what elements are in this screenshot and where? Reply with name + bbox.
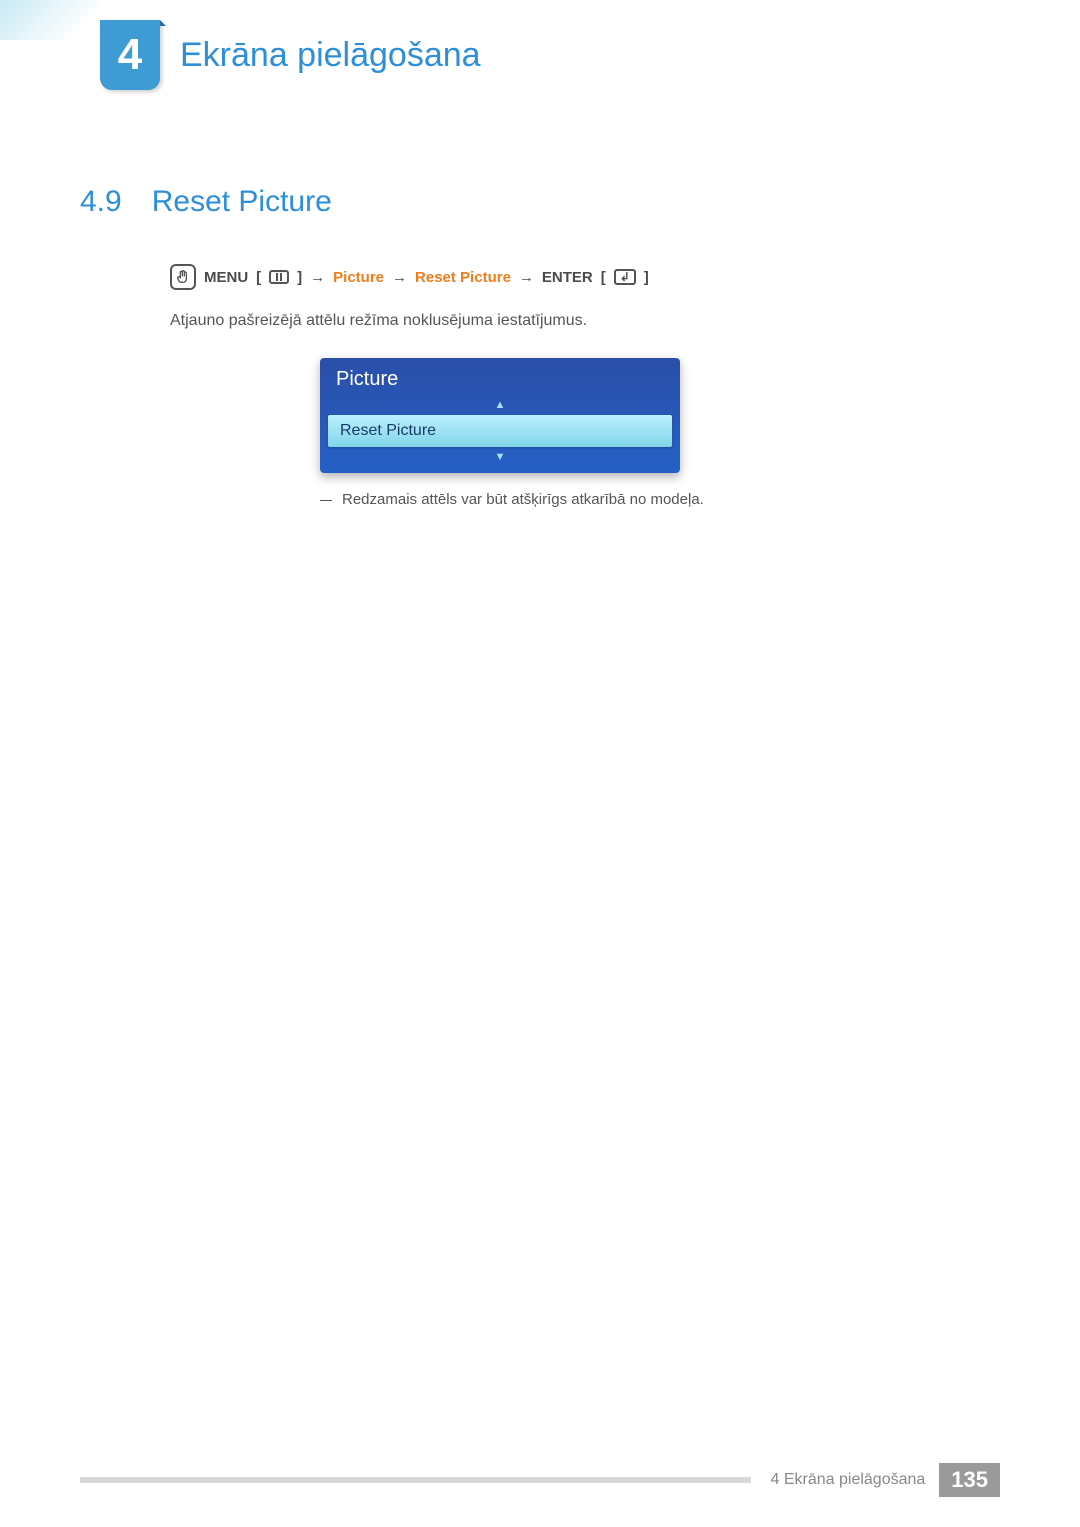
osd-header: Picture (320, 358, 680, 397)
page-number: 135 (939, 1463, 1000, 1497)
bracket-open-1: [ (256, 269, 261, 286)
osd-panel: Picture ▲ Reset Picture ▼ (320, 358, 680, 473)
menu-icon (269, 270, 289, 284)
header-gradient (0, 0, 100, 40)
footer-bar (80, 1477, 751, 1483)
menu-path: MENU [ ] → Picture → Reset Picture → ENT… (170, 264, 1000, 290)
menu-label: MENU (204, 269, 248, 286)
chapter-title: Ekrāna pielāgošana (180, 36, 481, 75)
hand-icon (170, 264, 196, 290)
chapter-number-badge: 4 (100, 20, 160, 90)
note-dash-icon (320, 500, 332, 501)
page-footer: 4 Ekrāna pielāgošana 135 (80, 1463, 1000, 1497)
enter-icon: ↲ (614, 269, 636, 285)
enter-label: ENTER (542, 269, 593, 286)
section-number: 4.9 (80, 185, 122, 219)
footer-chapter-label: 4 Ekrāna pielāgošana (771, 1471, 926, 1489)
section-heading: 4.9 Reset Picture (80, 185, 1000, 219)
bracket-open-2: [ (601, 269, 606, 286)
note-content: Redzamais attēls var būt atšķirīgs atkar… (342, 491, 704, 508)
path-step-picture: Picture (333, 269, 384, 286)
path-step-reset-picture: Reset Picture (415, 269, 511, 286)
section-container: 4.9 Reset Picture MENU [ ] → Picture → R… (80, 185, 1000, 508)
bracket-close-1: ] (297, 269, 302, 286)
arrow-2: → (392, 269, 407, 286)
osd-down-arrow-icon: ▼ (320, 449, 680, 465)
note-text: Redzamais attēls var būt atšķirīgs atkar… (320, 491, 1000, 508)
description-text: Atjauno pašreizējā attēlu režīma noklusē… (170, 312, 1000, 330)
osd-up-arrow-icon: ▲ (320, 397, 680, 413)
section-title: Reset Picture (152, 185, 332, 219)
arrow-1: → (310, 269, 325, 286)
bracket-close-2: ] (644, 269, 649, 286)
arrow-3: → (519, 269, 534, 286)
osd-item-reset-picture: Reset Picture (328, 415, 672, 447)
chapter-header: 4 Ekrāna pielāgošana (100, 20, 481, 90)
